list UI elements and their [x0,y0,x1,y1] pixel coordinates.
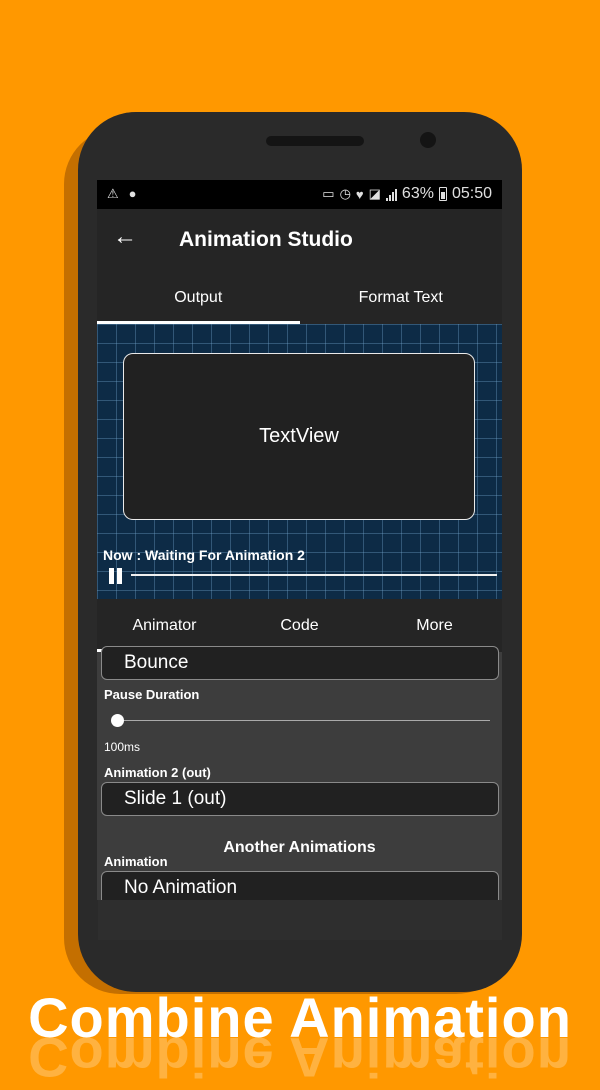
battery-icon [438,187,447,201]
animation-1-value: Bounce [124,652,189,673]
animation-label: Animation [104,854,168,869]
screen: ⚠ ● ▭ ◷ ♥ ◪ 63% 05:50 ← Animation Studio… [97,180,502,900]
animation-2-value: Slide 1 (out) [124,788,227,809]
app-bar: ← Animation Studio [97,209,502,272]
animation-1-select[interactable]: Bounce [101,646,499,680]
signal-icon [385,188,397,201]
textview-preview: TextView [123,353,475,520]
page-title: Animation Studio [179,228,353,251]
phone-bottom-bezel [98,900,502,940]
animation-progress-bar [131,574,497,576]
nfc-icon: ◪ [368,186,381,201]
animation-select[interactable]: No Animation [101,871,499,900]
back-arrow-icon[interactable]: ← [113,223,137,251]
animation-2-select[interactable]: Slide 1 (out) [101,782,499,816]
pause-duration-slider[interactable] [117,720,490,721]
clock: 05:50 [451,185,492,202]
pause-duration-label: Pause Duration [104,687,200,702]
tab-output[interactable]: Output [97,271,300,324]
pause-duration-slider-thumb[interactable] [111,714,124,727]
tab-format-text[interactable]: Format Text [300,271,503,324]
tab-code[interactable]: Code [232,599,367,652]
front-camera [420,132,436,148]
animation-status: Now : Waiting For Animation 2 [103,547,305,563]
animation-value: No Animation [124,877,238,898]
tab-animator[interactable]: Animator [97,599,232,652]
warning-icon: ⚠ [107,186,119,201]
bottom-tabs: Animator Code More [97,599,502,652]
pause-duration-value: 100ms [104,740,141,754]
tab-more[interactable]: More [367,599,502,652]
cast-icon: ▭ [322,186,335,201]
animation-preview: TextView Now : Waiting For Animation 2 [97,324,502,599]
animation-2-label: Animation 2 (out) [104,765,211,780]
notification-icon: ● [128,186,137,201]
status-bar: ⚠ ● ▭ ◷ ♥ ◪ 63% 05:50 [97,180,502,209]
top-tabs: Output Format Text [97,271,502,324]
speaker-grille [266,136,364,146]
pause-icon[interactable] [109,568,123,584]
heart-icon: ♥ [355,186,364,202]
battery-percent: 63% [401,185,434,202]
alarm-icon: ◷ [339,186,351,201]
promo-banner: Combine Animation [28,986,572,1049]
animator-panel: Bounce Pause Duration 100ms Animation 2 … [97,646,502,900]
